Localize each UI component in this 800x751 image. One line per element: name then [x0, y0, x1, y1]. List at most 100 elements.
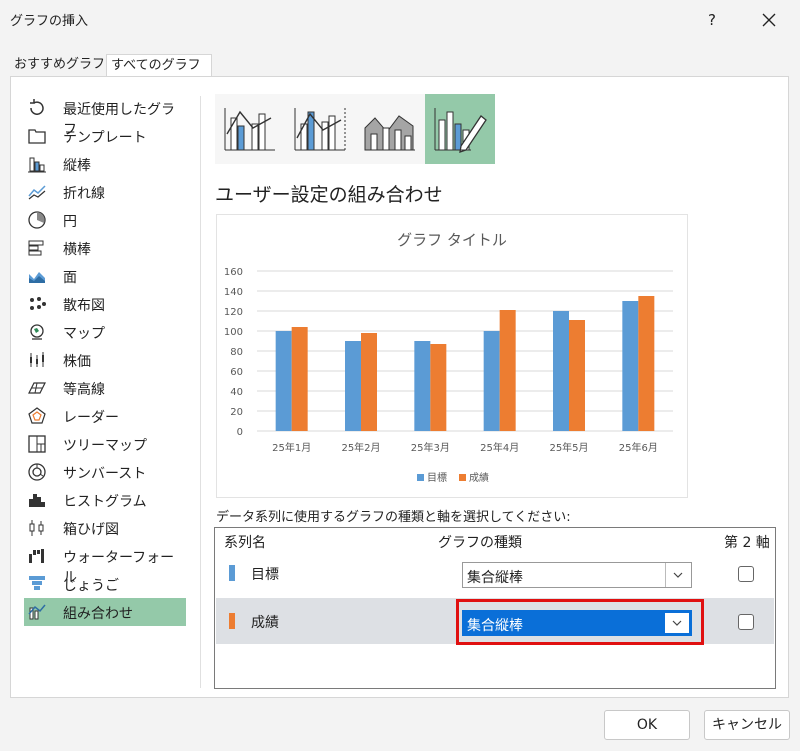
- funnel-chart-icon: [27, 574, 47, 594]
- clustered-column-line-icon: [224, 108, 275, 151]
- bar-target: [553, 311, 569, 431]
- series-name: 成績: [251, 615, 279, 631]
- chart-type-pie[interactable]: 円: [24, 206, 186, 234]
- chart-type-label: 等高線: [63, 382, 105, 398]
- stock-chart-icon: [27, 350, 47, 370]
- chart-type-label: テンプレート: [63, 130, 147, 146]
- surface-chart-icon: [27, 378, 47, 398]
- bar-target: [345, 341, 361, 431]
- map-chart-icon: [27, 322, 47, 342]
- bar-chart-icon: [27, 238, 47, 258]
- combo-custom-thumb[interactable]: [425, 94, 495, 164]
- chart-type-treemap[interactable]: ツリーマップ: [24, 430, 186, 458]
- chart-type-funnel[interactable]: じょうご: [24, 570, 186, 598]
- y-tick-label: 20: [230, 407, 243, 418]
- bar-results: [291, 327, 308, 431]
- combo-chart-icon: [27, 602, 47, 622]
- tab-recommended[interactable]: おすすめグラフ: [10, 54, 110, 76]
- dialog-title: グラフの挿入: [10, 14, 89, 29]
- chart-type-column[interactable]: 縦棒: [24, 150, 186, 178]
- chart-type-label: 縦棒: [63, 158, 91, 174]
- bar-target: [622, 301, 639, 431]
- chart-type-bar[interactable]: 横棒: [24, 234, 186, 262]
- series-table: 系列名 グラフの種類 第 2 軸 目標 集合縦棒 成績 集合縦棒: [214, 527, 776, 689]
- combo-section-title: ユーザー設定の組み合わせ: [215, 184, 443, 206]
- chart-type-label: 折れ線: [63, 186, 105, 202]
- stacked-area-column-icon: [364, 115, 415, 151]
- chart-type-stock[interactable]: 株価: [24, 346, 186, 374]
- tab-all-charts-label: すべてのグラフ: [111, 58, 201, 73]
- series-row-results[interactable]: 成績 集合縦棒: [216, 598, 774, 645]
- cancel-button[interactable]: キャンセル: [704, 710, 790, 740]
- chevron-down-icon[interactable]: [665, 563, 691, 587]
- chart-type-scatter[interactable]: 散布図: [24, 290, 186, 318]
- bar-results: [361, 333, 377, 431]
- series-instruction: データ系列に使用するグラフの種類と軸を選択してください:: [216, 510, 571, 525]
- chart-type-map[interactable]: マップ: [24, 318, 186, 346]
- bar-target: [414, 341, 431, 431]
- chart-type-histogram[interactable]: ヒストグラム: [24, 486, 186, 514]
- bar-results: [638, 296, 655, 431]
- x-tick-label: 25年3月: [411, 441, 450, 454]
- header-secondary-axis: 第 2 軸: [724, 535, 770, 551]
- chart-type-label: 箱ひげ図: [63, 522, 119, 538]
- y-tick-label: 140: [224, 287, 243, 298]
- chart-type-label: マップ: [63, 326, 105, 342]
- chart-type-dropdown[interactable]: 集合縦棒: [462, 562, 692, 588]
- chart-type-surface[interactable]: 等高線: [24, 374, 186, 402]
- highlight-annotation: [456, 599, 704, 645]
- y-tick-label: 0: [237, 427, 243, 438]
- panel-divider: [200, 96, 201, 688]
- bar-results: [430, 344, 447, 431]
- line-chart-icon: [27, 182, 47, 202]
- header-chart-type: グラフの種類: [438, 535, 522, 551]
- chart-type-template[interactable]: テンプレート: [24, 122, 186, 150]
- waterfall-chart-icon: [27, 546, 47, 566]
- chart-type-recent[interactable]: 最近使用したグラフ: [24, 94, 186, 138]
- template-folder-icon: [27, 126, 47, 146]
- y-tick-label: 100: [224, 327, 243, 338]
- chart-type-area[interactable]: 面: [24, 262, 186, 290]
- chart-type-label: レーダー: [63, 410, 119, 426]
- x-tick-label: 25年5月: [549, 441, 588, 454]
- chart-type-line[interactable]: 折れ線: [24, 178, 186, 206]
- sunburst-chart-icon: [27, 462, 47, 482]
- legend-swatch: [417, 474, 424, 481]
- chart-type-box-whisker[interactable]: 箱ひげ図: [24, 514, 186, 542]
- ok-button[interactable]: OK: [604, 710, 690, 740]
- y-tick-label: 120: [224, 307, 243, 318]
- legend-swatch: [459, 474, 466, 481]
- chart-type-label: ヒストグラム: [63, 494, 147, 510]
- x-tick-label: 25年4月: [480, 441, 519, 454]
- bar-target: [483, 331, 500, 431]
- help-button[interactable]: ?: [700, 8, 724, 32]
- chart-type-radar[interactable]: レーダー: [24, 402, 186, 430]
- combo-column-line-secondary-thumb[interactable]: [285, 94, 355, 164]
- close-icon[interactable]: [755, 6, 783, 34]
- combo-subtype-gallery: [215, 94, 495, 164]
- column-line-secondary-axis-icon: [294, 108, 346, 151]
- chart-type-label: 組み合わせ: [63, 606, 133, 622]
- combo-clustered-column-line-thumb[interactable]: [215, 94, 285, 164]
- chart-title: グラフ タイトル: [397, 231, 507, 249]
- chart-type-sunburst[interactable]: サンバースト: [24, 458, 186, 486]
- box-whisker-chart-icon: [27, 518, 47, 538]
- chart-type-combo[interactable]: 組み合わせ: [24, 598, 186, 626]
- column-chart-icon: [27, 154, 47, 174]
- area-chart-icon: [27, 266, 47, 286]
- tab-all-charts[interactable]: すべてのグラフ: [106, 54, 212, 77]
- y-tick-label: 80: [230, 347, 243, 358]
- y-tick-label: 60: [230, 367, 243, 378]
- combo-stacked-area-column-thumb[interactable]: [355, 94, 425, 164]
- y-tick-label: 160: [224, 267, 243, 278]
- bar-target: [275, 331, 292, 431]
- treemap-chart-icon: [27, 434, 47, 454]
- chart-type-waterfall[interactable]: ウォーターフォール: [24, 542, 186, 586]
- series-row-target[interactable]: 目標 集合縦棒: [216, 550, 774, 596]
- recent-icon: [27, 98, 47, 118]
- bar-results: [499, 310, 516, 431]
- secondary-axis-checkbox[interactable]: [738, 614, 754, 630]
- secondary-axis-checkbox[interactable]: [738, 566, 754, 582]
- chart-type-label: サンバースト: [63, 466, 147, 482]
- dialog-titlebar: グラフの挿入 ?: [0, 0, 800, 40]
